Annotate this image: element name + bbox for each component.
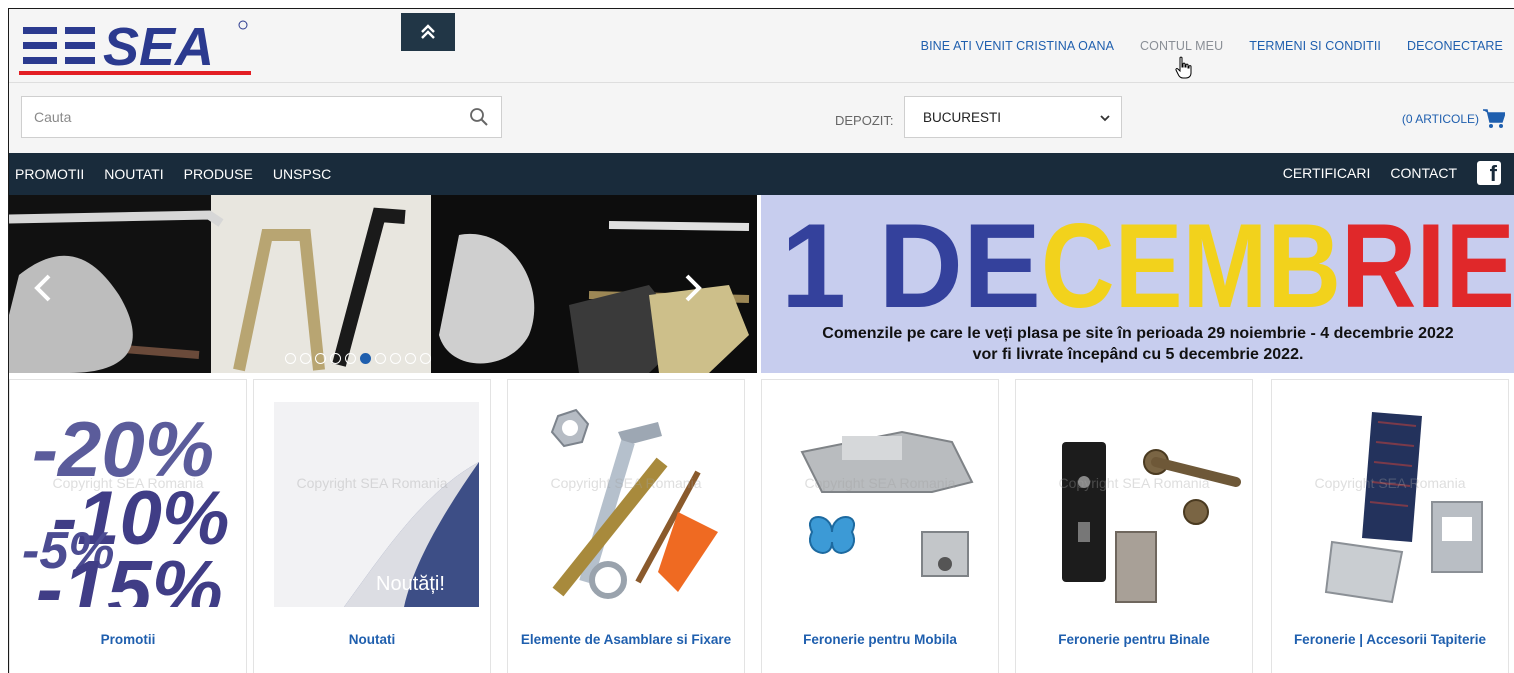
- announcement-banner: 1 DE CEMB RIE Comenzile pe care le veți …: [761, 195, 1514, 373]
- watermark: Copyright SEA Romania: [1314, 475, 1466, 491]
- noutati-image: Noutăți!: [274, 402, 479, 607]
- svg-text:SEA: SEA: [103, 17, 214, 77]
- nav-item-noutati[interactable]: NOUTATI: [104, 166, 163, 182]
- nav-item-promotii[interactable]: PROMOTII: [15, 166, 84, 182]
- chevron-down-icon: [1100, 115, 1110, 122]
- category-card-binale[interactable]: Copyright SEA Romania Feronerie pentru B…: [1015, 379, 1253, 673]
- search-bar-row: DEPOZIT: BUCURESTI (0 ARTICOLE): [9, 83, 1514, 153]
- depot-label: DEPOZIT:: [835, 113, 894, 128]
- hand-cursor-icon: [1175, 56, 1192, 79]
- slider-dot[interactable]: [405, 353, 416, 364]
- search-box: [21, 96, 502, 138]
- banner-text-line2: vor fi livrate începând cu 5 decembrie 2…: [972, 346, 1304, 363]
- slider-dot[interactable]: [420, 353, 431, 364]
- slider-dot[interactable]: [390, 353, 401, 364]
- nav-item-unspsc[interactable]: UNSPSC: [273, 166, 331, 182]
- nav-item-contact[interactable]: CONTACT: [1390, 165, 1457, 181]
- category-title[interactable]: Feronerie | Accesorii Tapiterie: [1280, 630, 1500, 650]
- watermark: Copyright SEA Romania: [1058, 475, 1210, 491]
- slider-dot[interactable]: [330, 353, 341, 364]
- search-icon[interactable]: [469, 107, 489, 127]
- door-hardware-image: [1036, 402, 1241, 607]
- svg-text:-15%: -15%: [36, 544, 223, 607]
- my-account-link[interactable]: CONTUL MEU: [1140, 39, 1223, 53]
- slider-image: [9, 195, 757, 373]
- category-title[interactable]: Feronerie pentru Mobila: [770, 630, 990, 650]
- slider-dot[interactable]: [375, 353, 386, 364]
- watermark: Copyright SEA Romania: [804, 475, 956, 491]
- category-card-mobila[interactable]: Copyright SEA Romania Feronerie pentru M…: [761, 379, 999, 673]
- facebook-icon[interactable]: f: [1477, 161, 1501, 185]
- slider-dot[interactable]: [345, 353, 356, 364]
- account-links: BINE ATI VENIT CRISTINA OANA CONTUL MEU …: [895, 39, 1503, 53]
- promotii-image: -20% -10% -5% -15%: [22, 402, 234, 607]
- banner-text-line1: Comenzile pe care le veți plasa pe site …: [822, 325, 1454, 342]
- category-title[interactable]: Noutati: [262, 630, 482, 650]
- page: SEA BINE ATI VENIT CRISTINA OANA CONTUL …: [8, 8, 1514, 673]
- upholstery-image: [1292, 402, 1497, 607]
- hero-slider: [9, 195, 757, 373]
- category-card-promotii[interactable]: -20% -10% -5% -15% Copyright SEA Romania…: [9, 379, 247, 673]
- furniture-hardware-image: [782, 402, 987, 607]
- category-title[interactable]: Elemente de Asamblare si Fixare: [516, 630, 736, 650]
- cart-count: (0 ARTICOLE): [1401, 112, 1479, 126]
- svg-text:CEMB: CEMB: [1041, 199, 1341, 333]
- slider-prev-icon[interactable]: [31, 273, 55, 303]
- category-card-asamblare[interactable]: Copyright SEA Romania Elemente de Asambl…: [507, 379, 745, 673]
- cart-link[interactable]: (0 ARTICOLE): [1402, 109, 1505, 129]
- watermark: Copyright SEA Romania: [52, 475, 204, 491]
- nav-item-certificari[interactable]: CERTIFICARI: [1283, 165, 1371, 181]
- cart-icon: [1483, 109, 1505, 128]
- category-grid: -20% -10% -5% -15% Copyright SEA Romania…: [9, 379, 1514, 673]
- main-nav: PROMOTII NOUTATI PRODUSE UNSPSC CERTIFIC…: [9, 153, 1514, 195]
- category-title[interactable]: Promotii: [18, 630, 238, 650]
- terms-link[interactable]: TERMENI SI CONDITII: [1249, 39, 1381, 53]
- svg-text:Noutăți!: Noutăți!: [376, 573, 445, 595]
- fasteners-image: [528, 402, 733, 607]
- search-input[interactable]: [22, 97, 452, 137]
- nav-item-produse[interactable]: PRODUSE: [184, 166, 253, 182]
- watermark: Copyright SEA Romania: [550, 475, 702, 491]
- slider-next-icon[interactable]: [681, 273, 705, 303]
- watermark: Copyright SEA Romania: [296, 475, 448, 491]
- category-card-noutati[interactable]: Noutăți! Copyright SEA Romania Noutati: [253, 379, 491, 673]
- scroll-top-button[interactable]: [401, 13, 455, 51]
- sea-logo[interactable]: SEA: [19, 15, 254, 77]
- slider-dots: [285, 353, 431, 364]
- slider-dot[interactable]: [285, 353, 296, 364]
- depot-selected-value: BUCURESTI: [923, 109, 1002, 125]
- double-chevron-up-icon: [421, 24, 435, 39]
- slider-dot[interactable]: [300, 353, 311, 364]
- category-title[interactable]: Feronerie pentru Binale: [1024, 630, 1244, 650]
- depot-select[interactable]: BUCURESTI: [904, 96, 1122, 138]
- top-header: SEA BINE ATI VENIT CRISTINA OANA CONTUL …: [9, 9, 1514, 83]
- welcome-link[interactable]: BINE ATI VENIT CRISTINA OANA: [921, 39, 1114, 53]
- slider-dot[interactable]: [315, 353, 326, 364]
- svg-text:1 DE: 1 DE: [781, 199, 1041, 333]
- slider-dot[interactable]: [360, 353, 371, 364]
- category-card-tapiterie[interactable]: Copyright SEA Romania Feronerie | Acceso…: [1271, 379, 1509, 673]
- logout-link[interactable]: DECONECTARE: [1407, 39, 1503, 53]
- svg-text:RIE: RIE: [1341, 199, 1514, 333]
